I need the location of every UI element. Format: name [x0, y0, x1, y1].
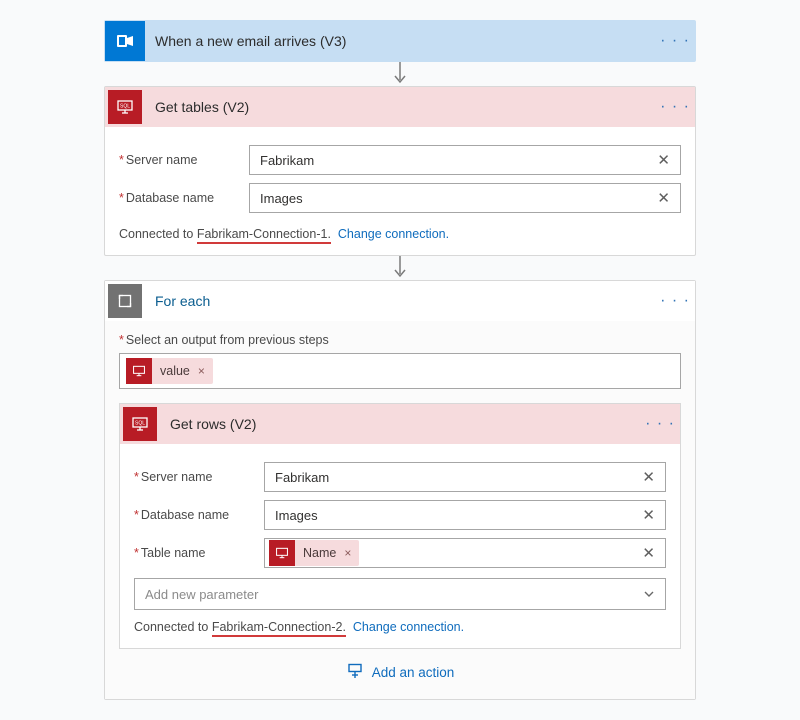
loop-icon — [108, 284, 142, 318]
svg-text:SQL: SQL — [135, 421, 145, 427]
get-tables-menu[interactable]: · · · — [655, 98, 695, 116]
add-action-button[interactable]: Add an action — [119, 649, 681, 691]
close-icon[interactable]: ✕ — [638, 506, 659, 524]
connection-info: Connected to Fabrikam-Connection-2. Chan… — [134, 614, 666, 640]
server-name-input[interactable]: Fabrikam ✕ — [249, 145, 681, 175]
change-connection-link[interactable]: Change connection. — [353, 620, 464, 634]
value-token[interactable]: value × — [126, 358, 213, 384]
connection-name: Fabrikam-Connection-1. — [197, 227, 331, 244]
select-output-label: *Select an output from previous steps — [119, 333, 681, 347]
outlook-icon — [105, 21, 145, 61]
server-name-label: *Server name — [119, 153, 249, 167]
get-rows-body: *Server name Fabrikam ✕ *Database name I… — [120, 444, 680, 648]
database-name-label: *Database name — [119, 191, 249, 205]
foreach-body: *Select an output from previous steps va… — [105, 321, 695, 699]
name-token[interactable]: Name × — [269, 540, 359, 566]
server-name-input[interactable]: Fabrikam ✕ — [264, 462, 666, 492]
connection-name: Fabrikam-Connection-2. — [212, 620, 346, 637]
sql-icon: SQL — [123, 407, 157, 441]
add-parameter-dropdown[interactable]: Add new parameter — [134, 578, 666, 610]
get-rows-header[interactable]: SQL Get rows (V2) · · · — [120, 404, 680, 444]
token-remove-icon[interactable]: × — [342, 546, 359, 560]
svg-text:SQL: SQL — [120, 104, 130, 110]
get-tables-card: SQL Get tables (V2) · · · *Server name F… — [104, 86, 696, 256]
close-icon[interactable]: ✕ — [638, 544, 659, 562]
close-icon[interactable]: ✕ — [653, 151, 674, 169]
get-rows-menu[interactable]: · · · — [640, 415, 680, 433]
trigger-title: When a new email arrives (V3) — [145, 33, 655, 49]
get-rows-title: Get rows (V2) — [160, 416, 640, 432]
get-tables-title: Get tables (V2) — [145, 99, 655, 115]
foreach-header[interactable]: For each · · · — [105, 281, 695, 321]
close-icon[interactable]: ✕ — [653, 189, 674, 207]
database-name-input[interactable]: Images ✕ — [264, 500, 666, 530]
database-name-input[interactable]: Images ✕ — [249, 183, 681, 213]
output-input[interactable]: value × — [119, 353, 681, 389]
get-tables-body: *Server name Fabrikam ✕ *Database name I… — [105, 127, 695, 255]
sql-icon — [126, 358, 152, 384]
flow-canvas: When a new email arrives (V3) · · · SQL … — [0, 20, 800, 700]
get-rows-card: SQL Get rows (V2) · · · *Server name Fab… — [119, 403, 681, 649]
sql-icon — [269, 540, 295, 566]
connection-info: Connected to Fabrikam-Connection-1. Chan… — [119, 221, 681, 247]
database-name-label: *Database name — [134, 508, 264, 522]
chevron-down-icon — [643, 588, 655, 600]
server-name-label: *Server name — [134, 470, 264, 484]
table-name-label: *Table name — [134, 546, 264, 560]
arrow-connector — [104, 256, 696, 280]
close-icon[interactable]: ✕ — [638, 468, 659, 486]
trigger-menu[interactable]: · · · — [655, 32, 695, 50]
trigger-card[interactable]: When a new email arrives (V3) · · · — [104, 20, 696, 62]
arrow-connector — [104, 62, 696, 86]
token-remove-icon[interactable]: × — [196, 364, 213, 378]
table-name-input[interactable]: Name × ✕ — [264, 538, 666, 568]
foreach-menu[interactable]: · · · — [655, 292, 695, 310]
sql-icon: SQL — [108, 90, 142, 124]
change-connection-link[interactable]: Change connection. — [338, 227, 449, 241]
add-action-icon — [346, 663, 364, 681]
get-tables-header[interactable]: SQL Get tables (V2) · · · — [105, 87, 695, 127]
foreach-card: For each · · · *Select an output from pr… — [104, 280, 696, 700]
foreach-title: For each — [145, 293, 655, 309]
